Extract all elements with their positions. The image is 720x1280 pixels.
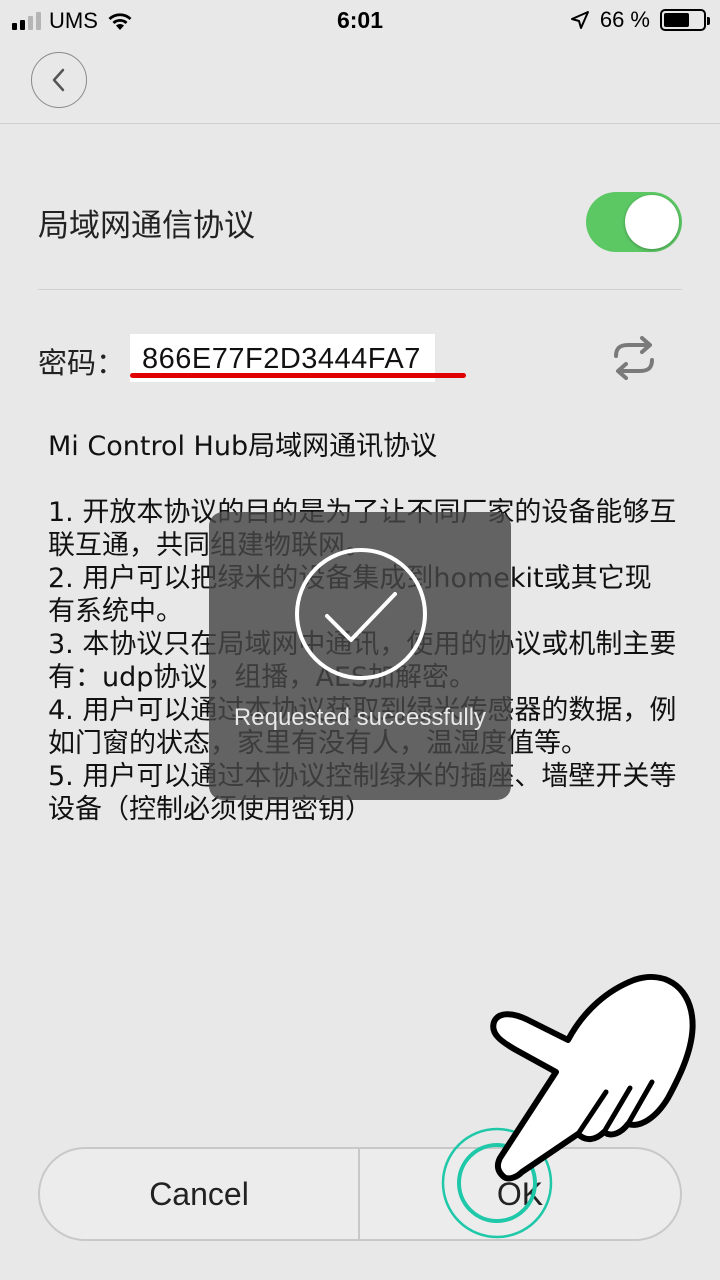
refresh-icon[interactable]	[608, 334, 660, 382]
navigation-bar	[0, 40, 720, 124]
toggle-knob	[625, 195, 679, 249]
password-label: 密码：	[38, 346, 126, 380]
status-bar: UMS 6:01 66 %	[0, 0, 720, 40]
battery-percent: 66 %	[599, 7, 650, 32]
lan-protocol-row: 局域网通信协议	[38, 160, 682, 290]
back-button[interactable]	[31, 52, 87, 108]
cancel-button[interactable]: Cancel	[40, 1149, 360, 1239]
lan-protocol-toggle[interactable]	[586, 192, 682, 252]
location-arrow-icon	[570, 11, 589, 29]
battery-icon	[660, 9, 710, 31]
lan-protocol-label: 局域网通信协议	[38, 208, 255, 244]
chevron-left-icon	[52, 68, 65, 92]
dialog-button-bar: Cancel OK	[38, 1147, 682, 1241]
status-right: 66 %	[570, 7, 710, 33]
success-toast: Requested successfully	[209, 512, 511, 800]
toast-message: Requested successfully	[233, 704, 487, 731]
checkmark-circle-icon	[295, 548, 427, 680]
ok-button[interactable]: OK	[360, 1149, 680, 1239]
password-highlight-underline	[130, 373, 466, 378]
battery-level	[664, 13, 690, 27]
password-row: 密码： 866E77F2D3444FA7	[38, 330, 682, 390]
